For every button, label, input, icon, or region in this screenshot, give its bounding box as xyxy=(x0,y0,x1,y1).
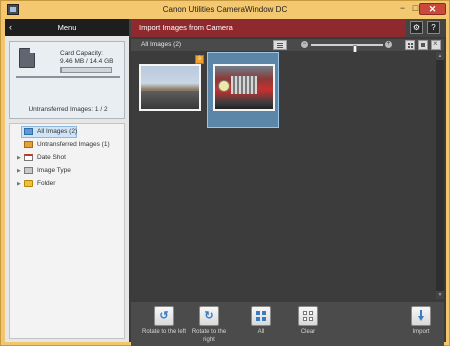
rotate-right-label: Rotate to the right xyxy=(191,329,227,343)
select-all-label: All xyxy=(257,329,265,335)
action-bar: ↺ Rotate to the left ↻ Rotate to the rig… xyxy=(131,302,444,346)
right-panel: Import Images from Camera ⚙ ? All Images… xyxy=(129,19,446,346)
filter-tree: All Images (2) Untransferred Images (1) … xyxy=(9,123,125,339)
client-area: ‹ Menu Card Capacity: 9.46 MB / 14.4 GB … xyxy=(5,19,446,346)
expand-arrow-icon[interactable]: ▶ xyxy=(17,153,21,163)
thumbnail-image[interactable] xyxy=(139,64,201,111)
expand-arrow-icon[interactable]: ▶ xyxy=(17,179,21,189)
card-capacity-value: 9.46 MB / 14.4 GB xyxy=(60,58,114,65)
title-bar: Canon Utilities CameraWindow DC − □ ✕ xyxy=(1,1,449,19)
card-capacity-label: Card Capacity: xyxy=(60,50,103,57)
header-bar: Import Images from Camera ⚙ ? xyxy=(129,19,446,37)
expand-arrow-icon[interactable]: ▶ xyxy=(17,166,21,176)
thumbnail-item-selected[interactable] xyxy=(207,52,279,128)
clear-selection-action: Clear xyxy=(285,306,331,346)
untransferred-count: Untransferred Images: 1 / 2 xyxy=(28,106,108,113)
close-button[interactable]: ✕ xyxy=(419,3,446,15)
rotate-right-button[interactable]: ↻ xyxy=(199,306,219,326)
grid-view-button[interactable] xyxy=(405,40,415,50)
view-toolbar: All Images (2) − + xyxy=(131,39,444,55)
image-type-icon xyxy=(24,167,33,174)
thumbnail-image[interactable] xyxy=(213,64,275,111)
tree-item-label: Folder xyxy=(37,180,56,187)
app-window: Canon Utilities CameraWindow DC − □ ✕ ‹ … xyxy=(0,0,450,346)
scroll-down-icon[interactable]: ▼ xyxy=(436,291,444,299)
select-all-button[interactable] xyxy=(251,306,271,326)
tree-item-label: Image Type xyxy=(37,167,71,174)
calendar-icon xyxy=(24,154,33,161)
window-title: Canon Utilities CameraWindow DC xyxy=(162,5,288,14)
import-icon xyxy=(418,310,424,321)
tree-item-label: Untransferred Images (1) xyxy=(37,141,110,148)
untransferred-icon xyxy=(24,141,33,148)
single-view-button[interactable] xyxy=(418,40,428,50)
folder-icon xyxy=(24,180,33,187)
scroll-up-icon[interactable]: ▲ xyxy=(436,52,444,60)
thumbnail-item[interactable]: ⇩ xyxy=(133,52,205,128)
zoom-out-icon[interactable]: − xyxy=(301,41,308,48)
zoom-in-icon[interactable]: + xyxy=(385,41,392,48)
page-title: Import Images from Camera xyxy=(131,19,406,37)
clear-selection-label: Clear xyxy=(300,329,316,335)
all-images-icon xyxy=(24,128,33,135)
help-button[interactable]: ? xyxy=(427,21,440,34)
import-action: Import xyxy=(398,306,444,346)
rotate-left-action: ↺ Rotate to the left xyxy=(141,306,187,346)
list-view-button[interactable] xyxy=(273,40,287,50)
rotate-left-icon: ↺ xyxy=(159,310,169,322)
tree-item-label: Date Shot xyxy=(37,154,66,161)
memory-card-icon xyxy=(19,48,35,68)
import-label: Import xyxy=(412,329,430,335)
current-view-label: All Images (2) xyxy=(141,41,182,48)
clear-selection-icon xyxy=(303,311,313,321)
untransferred-badge-icon: ⇩ xyxy=(195,55,204,64)
divider xyxy=(16,76,120,78)
thumbnail-grid: ⇩ xyxy=(131,52,435,299)
clear-selection-button[interactable] xyxy=(298,306,318,326)
card-info-panel: Card Capacity: 9.46 MB / 14.4 GB Untrans… xyxy=(9,41,125,119)
rotate-left-button[interactable]: ↺ xyxy=(154,306,174,326)
card-capacity-fill xyxy=(61,68,62,72)
grid-scrollbar[interactable]: ▲ ▼ xyxy=(436,52,444,299)
rotate-left-label: Rotate to the left xyxy=(141,329,187,335)
select-all-action: All xyxy=(238,306,284,346)
menu-label: Menu xyxy=(57,23,77,32)
card-capacity-bar xyxy=(60,67,112,73)
tree-item-label: All Images (2) xyxy=(37,128,78,135)
fullscreen-view-button[interactable] xyxy=(431,39,441,50)
menu-button[interactable]: ‹ Menu xyxy=(5,19,129,36)
gear-icon: ⚙ xyxy=(412,23,421,32)
zoom-slider[interactable] xyxy=(311,44,383,55)
settings-button[interactable]: ⚙ xyxy=(410,21,423,34)
rotate-right-action: ↻ Rotate to the right xyxy=(186,306,232,346)
rotate-right-icon: ↻ xyxy=(204,310,214,322)
left-panel: ‹ Menu Card Capacity: 9.46 MB / 14.4 GB … xyxy=(5,19,129,342)
import-button[interactable] xyxy=(411,306,431,326)
select-all-icon xyxy=(256,311,266,321)
